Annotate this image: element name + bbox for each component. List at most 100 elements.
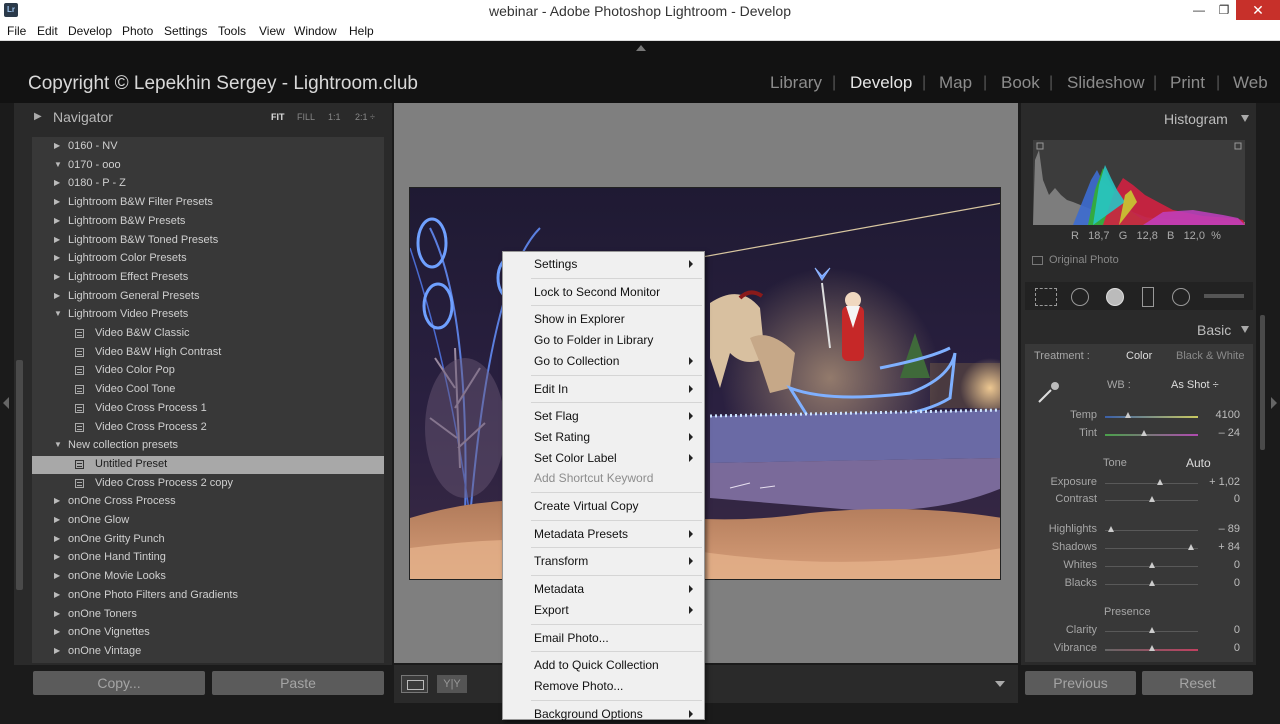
module-library[interactable]: Library bbox=[770, 73, 822, 93]
copy-button[interactable]: Copy... bbox=[33, 671, 205, 695]
slider-value[interactable]: – 89 bbox=[1200, 523, 1240, 535]
preset-item[interactable]: Video Color Pop bbox=[32, 362, 384, 380]
preset-item[interactable]: Video Cross Process 2 copy bbox=[32, 475, 384, 493]
maximize-icon[interactable]: ❐ bbox=[1210, 0, 1238, 20]
menu-edit[interactable]: Edit bbox=[37, 24, 58, 38]
preset-folder[interactable]: ▶ onOne Movie Looks bbox=[32, 568, 384, 586]
menu-view[interactable]: View bbox=[259, 24, 285, 38]
preset-folder[interactable]: ▶ onOne Cross Process bbox=[32, 493, 384, 511]
collapsed-triangle-icon[interactable]: ▶ bbox=[54, 646, 60, 655]
menu-file[interactable]: File bbox=[7, 24, 26, 38]
preset-folder[interactable]: ▶ Lightroom General Presets bbox=[32, 288, 384, 306]
preset-folder[interactable]: ▶ Lightroom B&W Presets bbox=[32, 213, 384, 231]
context-menu-item[interactable]: Set Rating bbox=[503, 427, 704, 447]
context-menu-item[interactable]: Show in Explorer bbox=[503, 309, 704, 329]
slider-knob[interactable] bbox=[1107, 526, 1114, 532]
slider-value[interactable]: + 84 bbox=[1200, 541, 1240, 553]
slider-value[interactable]: 0 bbox=[1200, 559, 1240, 571]
module-develop[interactable]: Develop bbox=[850, 73, 912, 93]
spot-removal-icon[interactable] bbox=[1071, 288, 1089, 306]
previous-button[interactable]: Previous bbox=[1025, 671, 1136, 695]
context-menu-item[interactable]: Metadata bbox=[503, 579, 704, 599]
loupe-view-button[interactable] bbox=[401, 675, 428, 693]
slider-knob[interactable] bbox=[1156, 479, 1163, 485]
minimize-icon[interactable]: — bbox=[1185, 0, 1213, 20]
adjustment-brush-icon[interactable] bbox=[1204, 294, 1244, 298]
slider-knob[interactable] bbox=[1141, 430, 1148, 436]
slider-value[interactable]: 0 bbox=[1200, 577, 1240, 589]
slider-track[interactable] bbox=[1105, 530, 1198, 531]
graduated-filter-icon[interactable] bbox=[1142, 287, 1154, 307]
preset-folder[interactable]: ▼ New collection presets bbox=[32, 437, 384, 455]
menu-window[interactable]: Window bbox=[294, 24, 337, 38]
expanded-triangle-icon[interactable]: ▼ bbox=[54, 160, 62, 169]
collapsed-triangle-icon[interactable]: ▶ bbox=[54, 627, 60, 636]
close-icon[interactable]: ✕ bbox=[1236, 0, 1280, 20]
context-menu-item[interactable]: Background Options bbox=[503, 704, 704, 724]
slider-knob[interactable] bbox=[1125, 412, 1132, 418]
context-menu-item[interactable]: Remove Photo... bbox=[503, 676, 704, 696]
collapsed-triangle-icon[interactable]: ▶ bbox=[54, 216, 60, 225]
preset-folder[interactable]: ▶ 0180 - P - Z bbox=[32, 175, 384, 193]
navigator-header[interactable]: ▶ Navigator FIT FILL 1:1 2:1 ÷ bbox=[18, 106, 386, 128]
context-menu-item[interactable]: Transform bbox=[503, 551, 704, 571]
preset-item[interactable]: Video Cool Tone bbox=[32, 381, 384, 399]
slider-track[interactable] bbox=[1105, 483, 1198, 484]
menu-tools[interactable]: Tools bbox=[218, 24, 246, 38]
toolbar-options-chevron-down-icon[interactable] bbox=[995, 681, 1005, 687]
slider-knob[interactable] bbox=[1148, 496, 1155, 502]
slider-knob[interactable] bbox=[1148, 627, 1155, 633]
preset-folder[interactable]: ▼ 0170 - ooo bbox=[32, 157, 384, 175]
context-menu-item[interactable]: Set Color Label bbox=[503, 448, 704, 468]
treatment-color-option[interactable]: Color bbox=[1126, 350, 1152, 362]
before-after-button[interactable]: Y|Y bbox=[437, 675, 467, 693]
preset-folder[interactable]: ▶ Lightroom B&W Filter Presets bbox=[32, 194, 384, 212]
collapsed-triangle-icon[interactable]: ▶ bbox=[54, 272, 60, 281]
preset-item[interactable]: Video Cross Process 2 bbox=[32, 419, 384, 437]
wb-select[interactable]: As Shot ÷ bbox=[1171, 379, 1219, 391]
paste-button[interactable]: Paste bbox=[212, 671, 384, 695]
histogram-collapse-icon[interactable] bbox=[1241, 115, 1249, 122]
preset-folder[interactable]: ▶ onOne Glow bbox=[32, 512, 384, 530]
slider-value[interactable]: 4100 bbox=[1200, 409, 1240, 421]
collapse-right-panel-icon[interactable] bbox=[1271, 397, 1277, 409]
context-menu-item[interactable]: Create Virtual Copy bbox=[503, 496, 704, 516]
slider-knob[interactable] bbox=[1187, 544, 1194, 550]
preset-folder[interactable]: ▶ Lightroom Color Presets bbox=[32, 250, 384, 268]
collapse-left-panel-icon[interactable] bbox=[3, 397, 9, 409]
photo-preview[interactable] bbox=[409, 187, 1001, 580]
collapsed-triangle-icon[interactable]: ▶ bbox=[54, 552, 60, 561]
module-print[interactable]: Print bbox=[1170, 73, 1205, 93]
navigator-expand-icon[interactable]: ▶ bbox=[34, 111, 42, 122]
collapsed-triangle-icon[interactable]: ▶ bbox=[54, 515, 60, 524]
context-menu-item[interactable]: Add to Quick Collection bbox=[503, 655, 704, 675]
module-web[interactable]: Web bbox=[1233, 73, 1268, 93]
preset-folder[interactable]: ▶ 0160 - NV bbox=[32, 138, 384, 156]
collapsed-triangle-icon[interactable]: ▶ bbox=[54, 253, 60, 262]
crop-tool-icon[interactable] bbox=[1035, 288, 1057, 306]
slider-track[interactable] bbox=[1105, 548, 1198, 549]
slider-knob[interactable] bbox=[1148, 562, 1155, 568]
collapsed-triangle-icon[interactable]: ▶ bbox=[54, 534, 60, 543]
original-photo-checkbox[interactable] bbox=[1032, 256, 1043, 265]
slider-track[interactable] bbox=[1105, 416, 1198, 418]
zoom-fill[interactable]: FILL bbox=[297, 112, 315, 122]
menu-develop[interactable]: Develop bbox=[68, 24, 112, 38]
module-slideshow[interactable]: Slideshow bbox=[1067, 73, 1145, 93]
wb-eyedropper-icon[interactable] bbox=[1035, 378, 1063, 406]
treatment-bw-option[interactable]: Black & White bbox=[1176, 350, 1244, 362]
preset-folder[interactable]: ▶ Lightroom Effect Presets bbox=[32, 269, 384, 287]
collapsed-triangle-icon[interactable]: ▶ bbox=[54, 609, 60, 618]
collapsed-triangle-icon[interactable]: ▶ bbox=[54, 590, 60, 599]
zoom-1-1[interactable]: 1:1 bbox=[328, 112, 341, 122]
red-eye-icon[interactable] bbox=[1106, 288, 1124, 306]
slider-value[interactable]: + 1,02 bbox=[1200, 476, 1240, 488]
menu-photo[interactable]: Photo bbox=[122, 24, 153, 38]
collapsed-triangle-icon[interactable]: ▶ bbox=[54, 141, 60, 150]
expanded-triangle-icon[interactable]: ▼ bbox=[54, 440, 62, 449]
context-menu-item[interactable]: Go to Folder in Library bbox=[503, 330, 704, 350]
module-map[interactable]: Map bbox=[939, 73, 972, 93]
context-menu-item[interactable]: Metadata Presets bbox=[503, 524, 704, 544]
reset-button[interactable]: Reset bbox=[1142, 671, 1253, 695]
collapsed-triangle-icon[interactable]: ▶ bbox=[54, 496, 60, 505]
